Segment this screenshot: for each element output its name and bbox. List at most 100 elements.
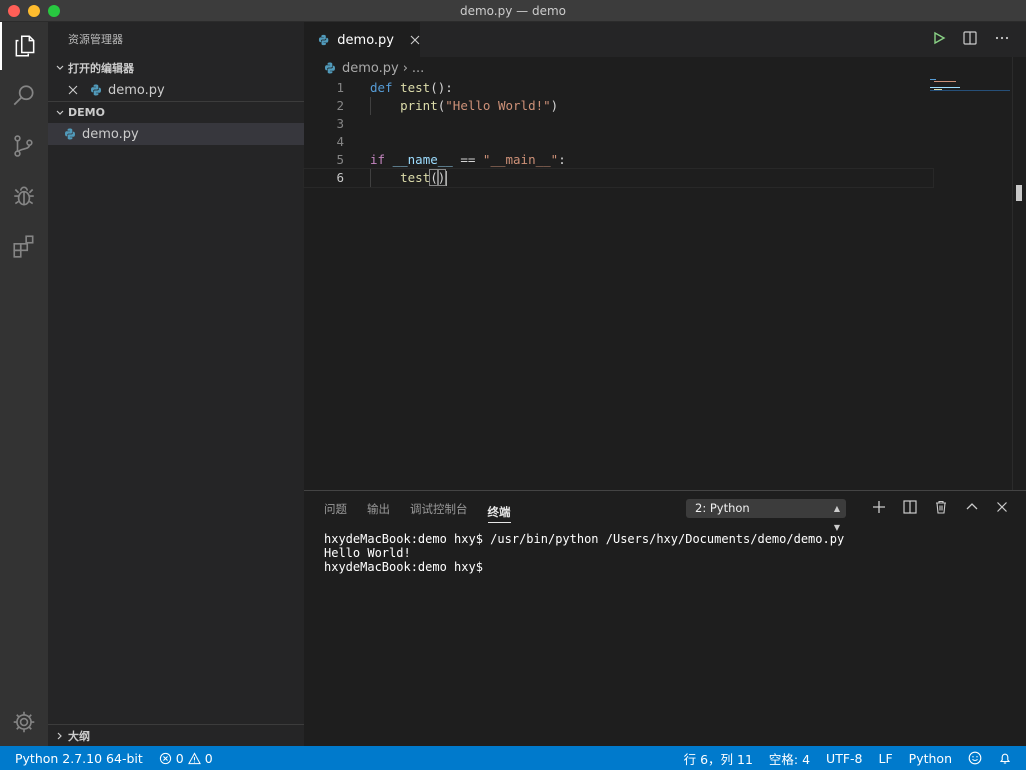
code-token: __name__	[392, 152, 453, 167]
line-number: 5	[336, 152, 344, 167]
tab-terminal[interactable]: 终端	[487, 501, 511, 523]
python-interpreter[interactable]: Python 2.7.10 64-bit	[7, 746, 151, 770]
split-editor-icon[interactable]	[962, 30, 978, 50]
code-line[interactable]: 5 if __name__ == "__main__":	[304, 151, 1026, 169]
file-tree-filename: demo.py	[82, 126, 139, 142]
open-editors-header[interactable]: 打开的编辑器	[48, 57, 304, 79]
terminal-panel: 问题 输出 调试控制台 终端 2: Python ▲ ▼ hxydeMacBoo…	[304, 490, 1026, 746]
tab-problems[interactable]: 问题	[324, 491, 347, 527]
close-icon[interactable]	[410, 35, 420, 45]
file-tree-item[interactable]: demo.py	[48, 123, 304, 145]
close-icon[interactable]	[68, 85, 82, 95]
code-token: test	[400, 80, 431, 95]
indentation[interactable]: 空格: 4	[761, 746, 818, 770]
code-token: )	[550, 98, 559, 113]
encoding[interactable]: UTF-8	[818, 746, 870, 770]
terminal-output[interactable]: hxydeMacBook:demo hxy$ /usr/bin/python /…	[304, 532, 1026, 574]
code-line[interactable]: 2 print("Hello World!")	[304, 97, 1026, 115]
source-control-icon	[14, 135, 33, 157]
more-icon[interactable]	[994, 30, 1010, 50]
breadcrumb-separator: ›	[402, 60, 408, 76]
plus-icon[interactable]	[872, 500, 886, 518]
code-token: "Hello World!"	[445, 98, 551, 113]
bell-icon[interactable]	[990, 746, 1020, 770]
chevron-down-icon	[52, 63, 68, 73]
editor-area: demo.py demo.py › ... 1 def test(): 2 pr…	[303, 22, 1026, 490]
warning-count: 0	[204, 750, 213, 766]
terminal-selector[interactable]: 2: Python ▲ ▼	[686, 499, 846, 532]
code-line[interactable]: 1 def test():	[304, 79, 1026, 97]
extensions-activity[interactable]	[0, 222, 48, 270]
code-line[interactable]: 3	[304, 115, 1026, 133]
editor-scrollbar[interactable]	[1012, 57, 1026, 490]
code-token: (	[429, 169, 439, 186]
code-text: print("Hello World!")	[370, 97, 558, 115]
code-token: )	[436, 169, 447, 186]
end-of-line[interactable]: LF	[871, 746, 901, 770]
code-line[interactable]: 4	[304, 133, 1026, 151]
explorer-activity[interactable]	[0, 22, 48, 70]
open-editor-item[interactable]: demo.py	[48, 79, 304, 101]
demo-folder-header[interactable]: DEMO	[48, 101, 304, 123]
search-activity[interactable]	[0, 72, 48, 120]
breadcrumb-more[interactable]: ...	[412, 61, 424, 76]
close-icon[interactable]	[996, 501, 1008, 517]
code-line[interactable]: 6 test()	[303, 168, 934, 188]
window-controls	[8, 5, 60, 17]
code-token: "__main__"	[482, 152, 559, 167]
open-editor-filename: demo.py	[108, 82, 165, 98]
window-title: demo.py — demo	[459, 3, 566, 18]
window-zoom-button[interactable]	[48, 5, 60, 17]
code-token: print	[400, 98, 438, 113]
python-file-icon	[91, 84, 101, 96]
language-mode[interactable]: Python	[901, 746, 960, 770]
chevron-down-icon	[52, 108, 68, 118]
split-terminal-icon[interactable]	[903, 500, 917, 518]
line-number: 1	[336, 80, 344, 95]
code-editor[interactable]: 1 def test(): 2 print("Hello World!") 3 4 5 if…	[303, 79, 1026, 188]
line-number: 4	[336, 134, 344, 149]
window-minimize-button[interactable]	[28, 5, 40, 17]
run-icon[interactable]	[932, 31, 946, 49]
cursor-position[interactable]: 行 6，列 11	[676, 746, 761, 770]
manage-activity[interactable]	[0, 698, 48, 746]
python-file-icon	[318, 34, 329, 46]
code-token: def	[370, 80, 393, 95]
tab-debug-console[interactable]: 调试控制台	[410, 491, 468, 527]
code-text: if __name__ == "__main__":	[370, 151, 566, 169]
line-number: 3	[336, 116, 344, 131]
explorer-sidebar: 资源管理器 打开的编辑器 demo.py DEMO demo.py 大纲	[48, 22, 304, 746]
title-bar: demo.py — demo	[0, 0, 1026, 22]
breadcrumb: demo.py › ...	[304, 57, 1026, 79]
tab-output[interactable]: 输出	[367, 491, 390, 527]
line-number: 6	[336, 170, 344, 185]
window-close-button[interactable]	[8, 5, 20, 17]
minimap[interactable]	[930, 79, 1010, 119]
outline-header[interactable]: 大纲	[48, 724, 304, 746]
editor-tab[interactable]: demo.py	[304, 22, 420, 57]
debug-icon	[14, 186, 34, 206]
source-control-activity[interactable]	[0, 122, 48, 170]
debug-activity[interactable]	[0, 172, 48, 220]
line-number: 2	[336, 98, 344, 113]
breadcrumb-file[interactable]: demo.py	[342, 61, 399, 76]
scrollbar-cursor-marker	[1016, 185, 1022, 201]
search-icon	[13, 85, 34, 106]
error-icon	[159, 752, 171, 764]
text-cursor	[445, 171, 448, 186]
smiley-icon[interactable]	[960, 746, 990, 770]
status-bar: Python 2.7.10 64-bit 0 0 行 6，列 11 空格: 4 …	[0, 746, 1026, 770]
terminal-line: hxydeMacBook:demo hxy$ /usr/bin/python /…	[324, 532, 845, 546]
warning-icon	[187, 751, 201, 764]
panel-tabs: 问题 输出 调试控制台 终端 2: Python ▲ ▼	[304, 491, 1026, 532]
open-editors-label: 打开的编辑器	[68, 62, 134, 75]
problems-indicator[interactable]: 0 0	[151, 746, 221, 770]
trash-icon[interactable]	[934, 500, 948, 518]
terminal-selector-value: 2: Python	[695, 501, 750, 515]
maximize-icon[interactable]	[965, 500, 979, 518]
code-token: ==	[452, 152, 483, 167]
sidebar-title: 资源管理器	[68, 33, 123, 46]
